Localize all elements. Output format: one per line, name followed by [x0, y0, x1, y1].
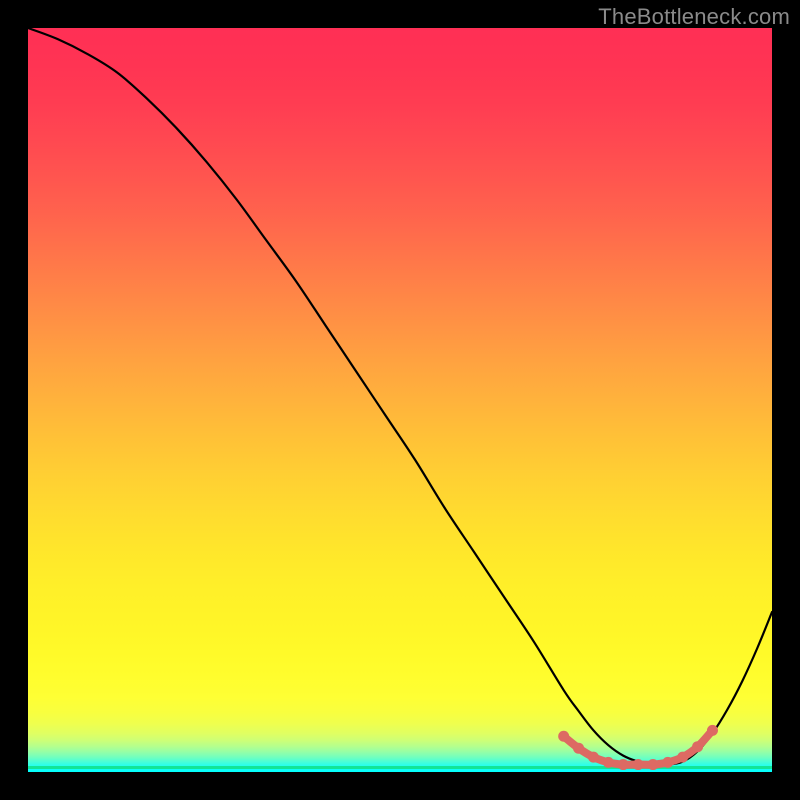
attribution-text: TheBottleneck.com	[598, 4, 790, 30]
optimal-range-dot	[633, 759, 644, 770]
optimal-range-dot	[588, 752, 599, 763]
chart-background	[28, 28, 772, 772]
optimal-range-dot	[692, 741, 703, 752]
optimal-range-dot	[618, 759, 629, 770]
optimal-range-dot	[707, 725, 718, 736]
optimal-range-dot	[662, 757, 673, 768]
optimal-range-dot	[603, 757, 614, 768]
optimal-range-dot	[573, 743, 584, 754]
optimal-range-dot	[647, 759, 658, 770]
optimal-range-dot	[677, 752, 688, 763]
optimal-range-dot	[558, 731, 569, 742]
bottleneck-chart	[28, 28, 772, 772]
